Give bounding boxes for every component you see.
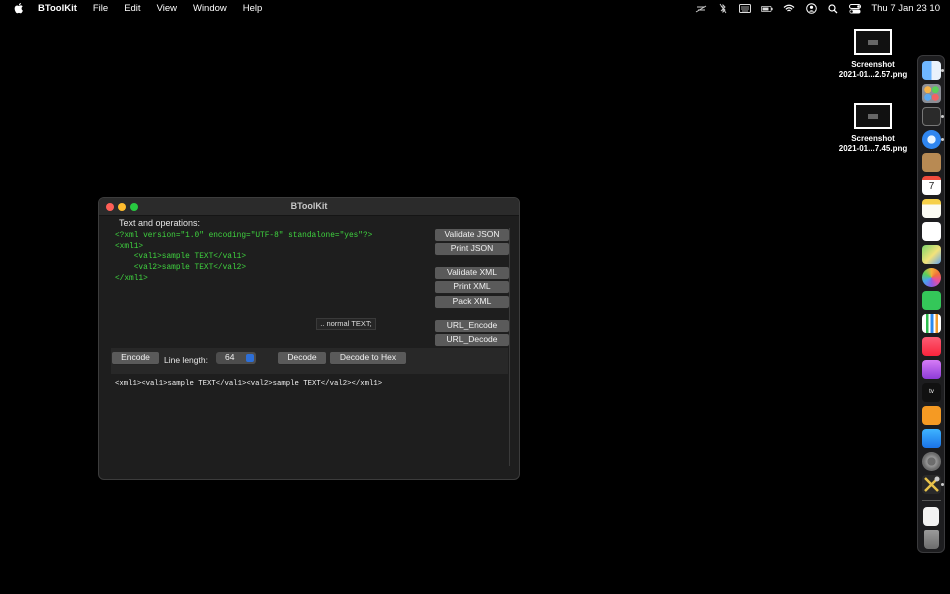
books-icon[interactable] — [922, 406, 941, 425]
wifi-icon[interactable] — [783, 3, 795, 14]
tv-icon[interactable]: tv — [922, 383, 941, 402]
safari-icon[interactable] — [922, 130, 941, 149]
menu-view[interactable]: View — [157, 3, 177, 14]
btoolkit-window: BToolKit Text and operations: <?xml vers… — [98, 197, 520, 480]
launchpad-icon[interactable] — [922, 84, 941, 103]
terminal-icon[interactable] — [922, 107, 941, 126]
section-label: Text and operations: — [119, 218, 201, 228]
input-line: <val1>sample TEXT</val1> — [115, 253, 247, 262]
running-indicator — [941, 483, 944, 486]
print-json-button[interactable]: Print JSON — [435, 243, 509, 255]
file-name-line1: Screenshot — [851, 60, 895, 69]
decode-button[interactable]: Decode — [278, 352, 326, 364]
btoolkit-icon[interactable] — [922, 475, 941, 494]
validate-json-button[interactable]: Validate JSON — [435, 229, 509, 241]
running-indicator — [941, 138, 944, 141]
dock-separator — [922, 500, 941, 501]
bluetooth-off-icon[interactable] — [717, 3, 729, 14]
output-text-area[interactable]: <xml1><val1>sample TEXT</val1><val2>samp… — [111, 374, 508, 466]
line-length-value: 64 — [225, 352, 235, 362]
finder-icon[interactable] — [922, 61, 941, 80]
line-length-label: Line length: — [164, 355, 208, 365]
running-indicator — [941, 69, 944, 72]
encode-button[interactable]: Encode — [112, 352, 159, 364]
keyboard-icon[interactable] — [739, 3, 752, 14]
calendar-icon[interactable]: 7 — [922, 176, 941, 195]
menu-clock[interactable]: Thu 7 Jan 23 10 — [871, 3, 940, 14]
vpn-off-icon[interactable] — [695, 3, 707, 14]
apple-menu-icon[interactable] — [14, 2, 24, 14]
file-name-line1: Screenshot — [851, 134, 895, 143]
file-name-line2: 2021-01...2.57.png — [838, 70, 908, 79]
menu-app-name[interactable]: BToolKit — [38, 3, 77, 14]
window-title: BToolKit — [290, 201, 328, 211]
file-thumbnail — [854, 103, 892, 129]
divider — [509, 228, 510, 466]
menu-bar: BToolKit File Edit View Window Help Thu … — [0, 0, 950, 17]
validate-xml-button[interactable]: Validate XML — [435, 267, 509, 279]
user-account-icon[interactable] — [805, 3, 817, 14]
control-center-icon[interactable] — [849, 3, 862, 14]
file-name-line2: 2021-01...7.45.png — [838, 144, 908, 153]
trash-icon[interactable] — [924, 530, 939, 549]
photos-icon[interactable] — [922, 268, 941, 287]
decode-to-hex-button[interactable]: Decode to Hex — [330, 352, 406, 364]
input-line: <val2>sample TEXT</val2> — [115, 264, 247, 273]
menu-help[interactable]: Help — [243, 3, 263, 14]
menu-file[interactable]: File — [93, 3, 108, 14]
input-text-area[interactable]: <?xml version="1.0" encoding="UTF-8" sta… — [111, 228, 431, 345]
running-indicator — [941, 115, 944, 118]
url-decode-button[interactable]: URL_Decode — [435, 334, 509, 346]
print-xml-button[interactable]: Print XML — [435, 281, 509, 293]
battery-icon[interactable] — [761, 3, 773, 14]
chevron-up-down-icon — [246, 354, 254, 362]
maps-icon[interactable] — [922, 245, 941, 264]
file-thumbnail — [854, 29, 892, 55]
podcasts-icon[interactable] — [922, 360, 941, 379]
desktop-file-screenshot-1[interactable]: Screenshot 2021-01...2.57.png — [828, 29, 918, 80]
menu-edit[interactable]: Edit — [124, 3, 140, 14]
notes-icon[interactable] — [922, 199, 941, 218]
url-encode-button[interactable]: URL_Encode — [435, 320, 509, 332]
document-icon[interactable] — [923, 507, 939, 526]
desktop-file-screenshot-2[interactable]: Screenshot 2021-01...7.45.png — [828, 103, 918, 154]
pack-xml-button[interactable]: Pack XML — [435, 296, 509, 308]
input-line: <?xml version="1.0" encoding="UTF-8" sta… — [115, 232, 373, 240]
reminders-icon[interactable] — [922, 222, 941, 241]
window-titlebar[interactable]: BToolKit — [99, 198, 519, 216]
music-icon[interactable] — [922, 337, 941, 356]
numbers-icon[interactable] — [922, 314, 941, 333]
contacts-icon[interactable] — [922, 153, 941, 172]
system-preferences-icon[interactable] — [922, 452, 941, 471]
app-store-icon[interactable] — [922, 429, 941, 448]
spotlight-search-icon[interactable] — [827, 3, 839, 14]
input-line: </xml1> — [115, 274, 148, 283]
dock: 7 tv — [917, 55, 945, 553]
tooltip: .. normal TEXT; — [316, 318, 376, 330]
messages-icon[interactable] — [922, 291, 941, 310]
input-line: <xml1> — [115, 242, 144, 251]
line-length-select[interactable]: 64 — [216, 352, 256, 364]
menu-window[interactable]: Window — [193, 3, 227, 14]
